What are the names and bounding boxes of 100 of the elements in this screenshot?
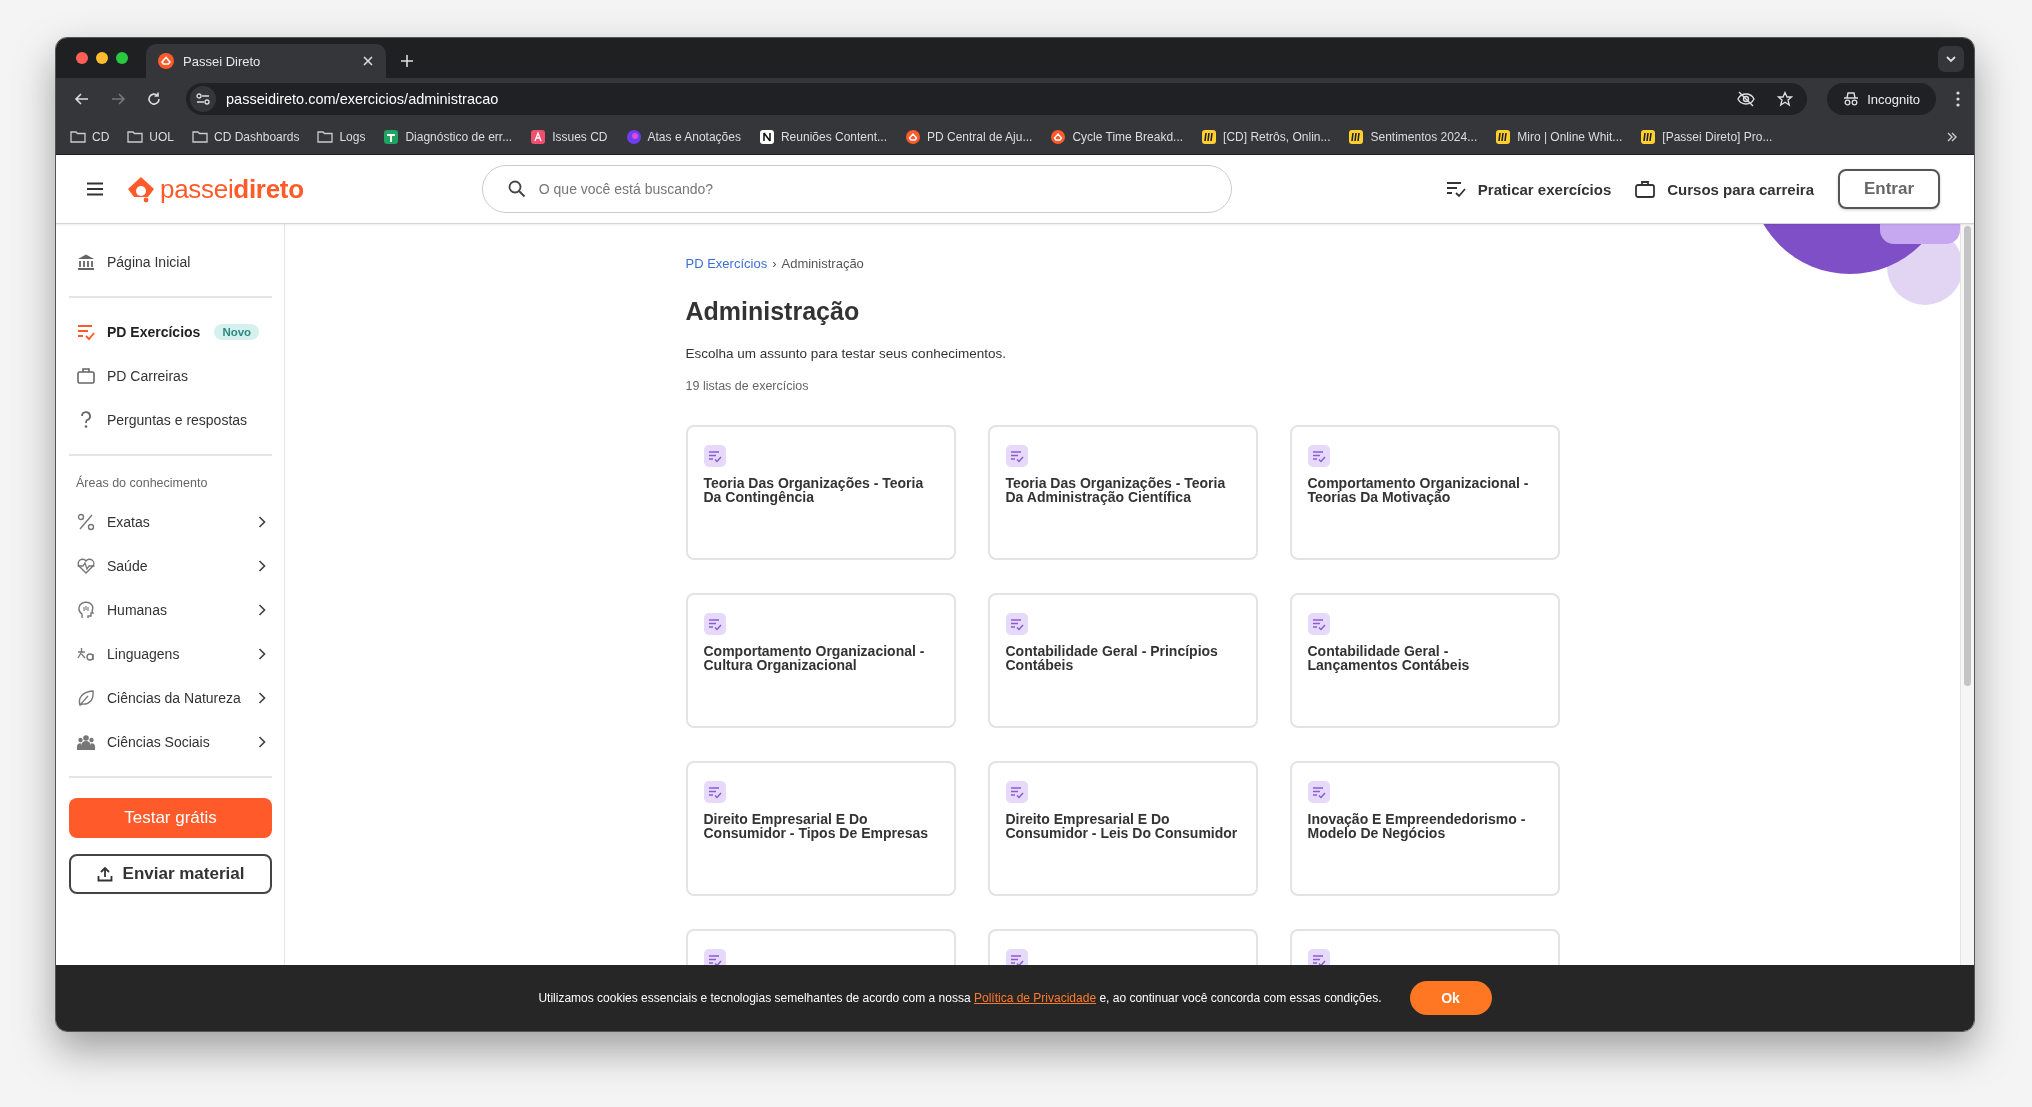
app-icon [1348, 129, 1365, 145]
list-count: 19 listas de exercícios [685, 379, 810, 393]
star-icon[interactable] [1777, 91, 1794, 107]
scrollbar-thumb[interactable] [1964, 226, 1971, 686]
folder-icon [70, 129, 86, 145]
bank-icon [77, 253, 95, 271]
list-check-icon [77, 323, 95, 341]
sidebar-item[interactable]: Ciências Sociais [69, 720, 272, 764]
card-title: Contabilidade Geral - Princípios Contábeis [1005, 644, 1219, 672]
bookmark[interactable]: [Passei Direto] Pro... [1640, 129, 1773, 145]
briefcase-icon [77, 367, 95, 385]
bookmark[interactable]: Diagnóstico de err... [383, 129, 513, 145]
reload-icon[interactable] [146, 91, 162, 107]
exercise-card[interactable]: Comportamento Organizacional - Teorias Da Motivação [1289, 425, 1560, 560]
breadcrumb-separator: › [772, 256, 777, 271]
profile-button[interactable]: Incognito [1827, 83, 1936, 115]
sidebar-item[interactable]: Humanas [69, 588, 272, 632]
new-tab-icon[interactable] [400, 54, 414, 68]
address-bar[interactable]: passeidireto.com/exercicios/administracao [186, 83, 1808, 115]
list-check-icon [1005, 445, 1028, 467]
bookmark[interactable]: Reuniões Content... [758, 129, 887, 145]
sidebar-item[interactable]: Exatas [69, 500, 272, 544]
section-title: Áreas do conhecimento [75, 474, 209, 492]
app-icon [1201, 129, 1218, 145]
chevron-right-icon [258, 604, 266, 616]
bookmark[interactable]: Atas e Anotações [625, 129, 741, 145]
exercise-card[interactable]: Teoria Das Organizações - Teoria Da Contingência [685, 425, 956, 560]
eye-slash-icon[interactable] [1737, 91, 1756, 107]
heartbeat-icon [77, 557, 95, 575]
sidebar-item[interactable]: Perguntas e respostas [69, 398, 272, 442]
list-check-icon [1307, 781, 1330, 803]
breadcrumb-link[interactable]: PD Exercícios [685, 256, 768, 271]
bookmark[interactable]: Miro | Online Whit... [1495, 129, 1623, 145]
bookmark[interactable]: CD [70, 129, 110, 145]
folder-icon [192, 129, 209, 145]
bookmark[interactable]: PD Central de Aju... [905, 129, 1033, 145]
app-icon [530, 129, 547, 145]
leaf-icon [77, 689, 95, 707]
list-check-icon [1307, 613, 1330, 635]
search-icon [507, 180, 526, 198]
chevron-double-right-icon[interactable] [1946, 131, 1958, 143]
bookmark[interactable]: CD Dashboards [192, 129, 300, 145]
percent-icon [77, 513, 95, 531]
bookmark[interactable]: Sentimentos 2024... [1348, 129, 1478, 145]
list-check-icon [703, 781, 726, 803]
page-title: Administração [685, 297, 861, 326]
exercise-card[interactable]: Contabilidade Geral - Lançamentos Contábeis [1289, 593, 1560, 728]
browser-tab[interactable]: Passei Direto [146, 44, 386, 78]
exercise-card[interactable]: Inovação E Empreendedorismo - Modelo De Negócios [1289, 761, 1560, 896]
back-icon[interactable] [74, 91, 90, 107]
folder-icon [127, 129, 144, 145]
exercise-card[interactable]: Contabilidade Geral - Princípios Contábeis [987, 593, 1258, 728]
bookmark[interactable]: [CD] Retrôs, Onlin... [1201, 129, 1331, 145]
upload-button[interactable]: Enviar material [69, 854, 272, 894]
sidebar-item[interactable]: PD Exercícios Novo [69, 310, 272, 354]
chevron-right-icon [258, 692, 266, 704]
nav-link[interactable]: Praticar exercícios [1445, 180, 1612, 198]
bookmark[interactable]: Issues CD [530, 129, 608, 145]
card-title: Comportamento Organizacional - Cultura Organizacional [703, 644, 926, 672]
new-badge: Novo [214, 324, 260, 340]
privacy-policy-link[interactable]: Política de Privacidade [974, 991, 1097, 1005]
site-icon [905, 129, 921, 145]
exercise-card[interactable]: Comportamento Organizacional - Cultura Organizacional [685, 593, 956, 728]
close-icon[interactable] [362, 55, 374, 67]
card-title: Direito Empresarial E Do Consumidor - Tipos De Empresas [703, 812, 930, 840]
bookmark[interactable]: UOL [127, 129, 175, 145]
window-control[interactable] [96, 52, 108, 64]
app-icon [625, 129, 642, 145]
list-check-icon [703, 613, 726, 635]
exercise-card[interactable]: Teoria Das Organizações - Teoria Da Administração Científica [987, 425, 1258, 560]
translate-icon [77, 645, 95, 663]
bookmark[interactable]: Cycle Time Breakd... [1050, 129, 1184, 145]
sidebar-item[interactable]: Ciências da Natureza [69, 676, 272, 720]
card-title: Direito Empresarial E Do Consumidor - Leis Do Consumidor [1005, 812, 1239, 840]
tab-search-button[interactable] [1938, 46, 1964, 72]
window-control[interactable] [116, 52, 128, 64]
site-icon [1050, 129, 1067, 145]
exercise-card[interactable]: Direito Empresarial E Do Consumidor - Leis Do Consumidor [987, 761, 1258, 896]
window-control[interactable] [76, 52, 88, 64]
exercise-card[interactable]: Direito Empresarial E Do Consumidor - Tipos De Empresas [685, 761, 956, 896]
forward-icon[interactable] [110, 91, 126, 107]
list-check-icon [1005, 781, 1028, 803]
spreadsheet-icon [383, 129, 400, 145]
sidebar-item[interactable]: PD Carreiras [69, 354, 272, 398]
app-icon [1640, 129, 1657, 145]
more-icon[interactable] [1956, 91, 1960, 107]
login-button[interactable]: Entrar [1838, 169, 1940, 209]
sidebar-item[interactable]: Página Inicial [69, 240, 272, 284]
search-field[interactable]: O que você está buscando? [481, 165, 1232, 213]
chevron-right-icon [258, 560, 266, 572]
nav-link[interactable]: Cursos para carreira [1635, 180, 1814, 198]
chevron-right-icon [258, 648, 266, 660]
chevron-down-icon [1945, 53, 1957, 65]
sidebar-item[interactable]: Saúde [69, 544, 272, 588]
menu-icon[interactable] [86, 182, 104, 196]
card-title: Teoria Das Organizações - Teoria Da Administração Científica [1005, 476, 1227, 504]
logo-icon [126, 175, 156, 203]
bookmark[interactable]: Logs [317, 129, 366, 145]
sidebar-item[interactable]: Linguagens [69, 632, 272, 676]
app-icon [758, 129, 775, 145]
